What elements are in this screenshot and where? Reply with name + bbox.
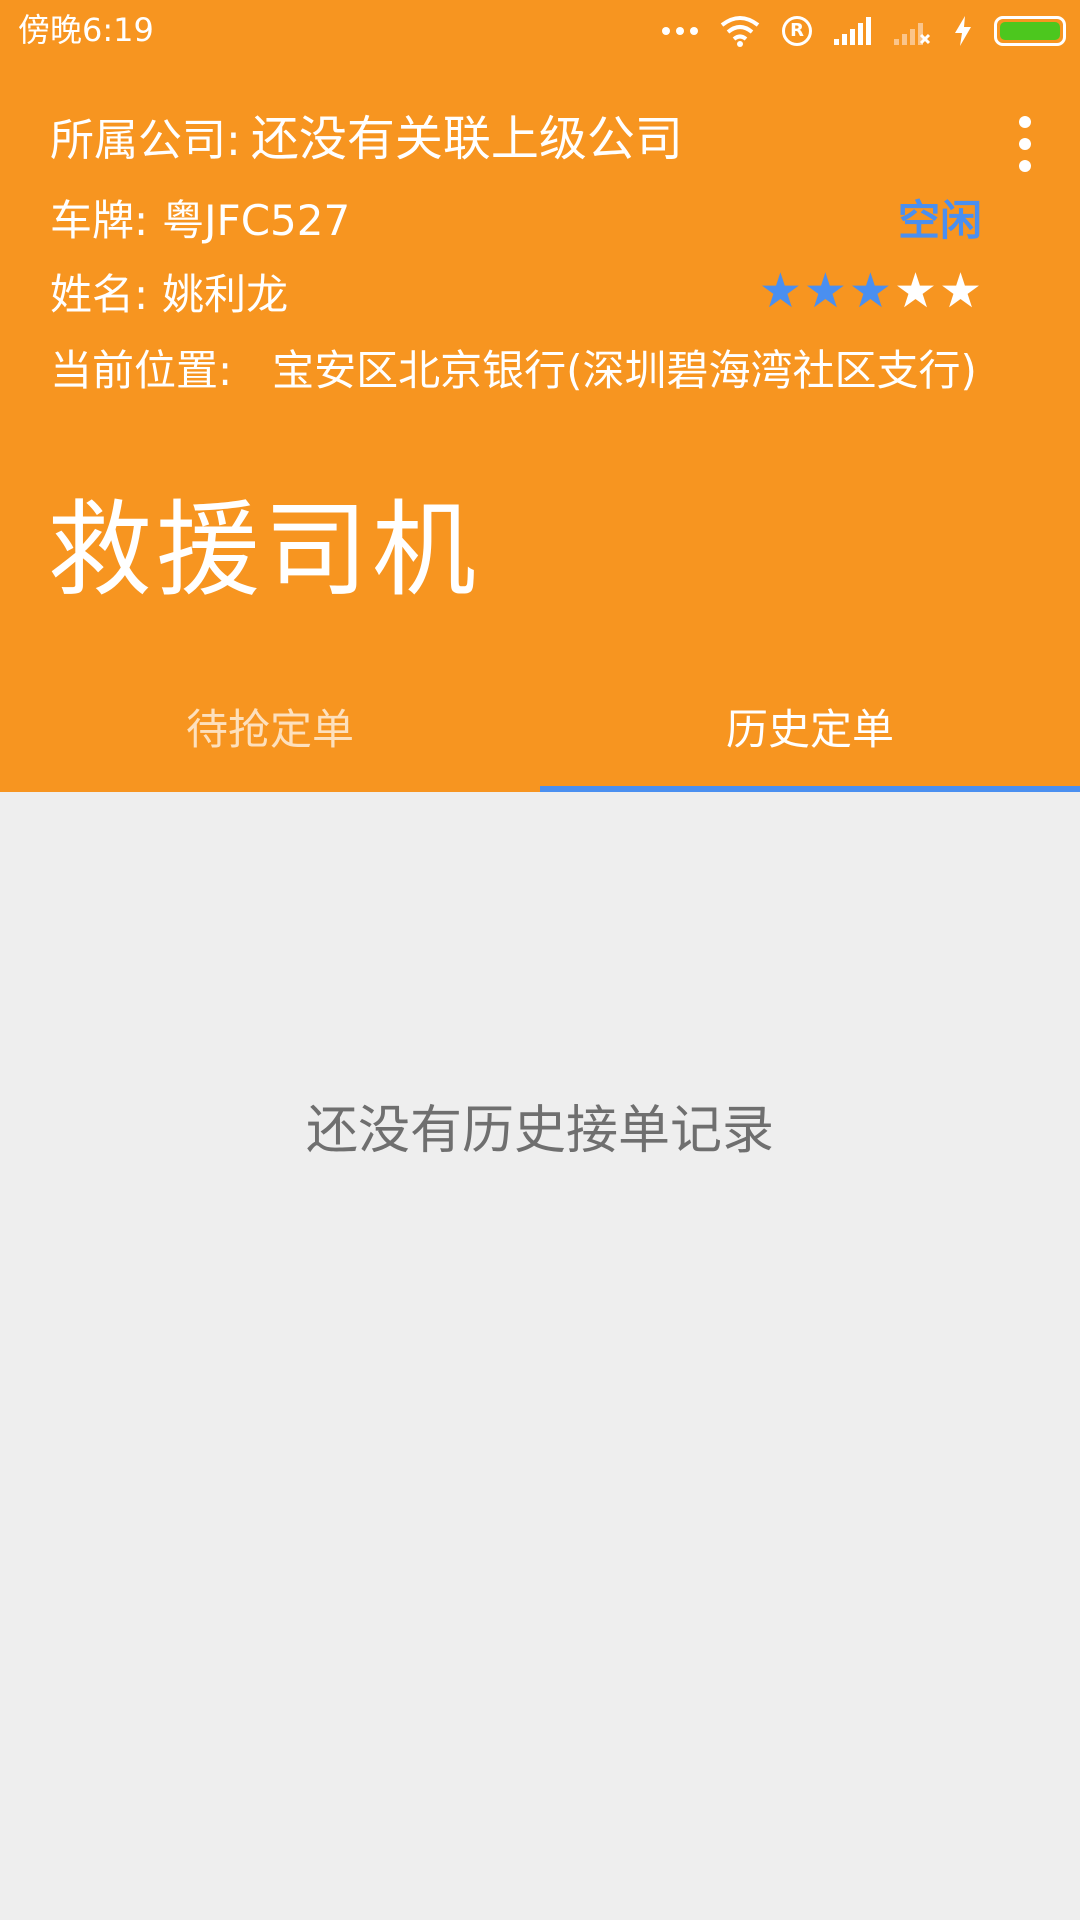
app-header: 傍晚6:19 R 所属公司: 还没有关联上级公司 车牌: 粤JFC527 空闲 … — [0, 0, 1080, 792]
tab-pending-orders[interactable]: 待抢定单 — [0, 680, 540, 792]
company-label: 所属公司: — [50, 115, 241, 166]
app-title: 救援司机 — [48, 489, 481, 611]
star-empty-icon: ★ — [893, 263, 937, 319]
location-value: 宝安区北京银行(深圳碧海湾社区支行) — [272, 346, 977, 395]
plate-value: 粤JFC527 — [162, 196, 351, 245]
status-bar: 傍晚6:19 R — [0, 0, 1080, 62]
plate-row: 车牌: 粤JFC527 — [50, 194, 350, 248]
star-filled-icon: ★ — [758, 263, 802, 319]
company-value: 还没有关联上级公司 — [250, 111, 683, 167]
tab-bar: 待抢定单 历史定单 — [0, 680, 1080, 792]
status-time: 傍晚6:19 — [18, 11, 154, 49]
driver-status[interactable]: 空闲 — [898, 194, 982, 248]
company-row: 所属公司: 还没有关联上级公司 — [50, 112, 683, 168]
status-icons: R — [662, 12, 1066, 50]
signal-no-service-icon — [894, 23, 931, 45]
tab-indicator — [540, 786, 1080, 792]
star-filled-icon: ★ — [803, 263, 847, 319]
name-row: 姓名: 姚利龙 — [50, 268, 288, 322]
tab-history-orders[interactable]: 历史定单 — [540, 680, 1080, 792]
tab-label: 待抢定单 — [185, 705, 354, 754]
battery-icon — [994, 16, 1066, 46]
battery-level — [1000, 22, 1060, 40]
signal-icon — [834, 17, 871, 45]
charging-icon — [955, 16, 971, 46]
wifi-icon — [720, 16, 760, 47]
registered-icon: R — [782, 16, 812, 46]
name-value: 姚利龙 — [162, 270, 289, 319]
rating-stars: ★ ★ ★ ★ ★ — [759, 262, 982, 320]
name-label: 姓名: — [50, 270, 149, 319]
tab-label: 历史定单 — [725, 705, 894, 754]
more-options-icon[interactable] — [1010, 116, 1040, 172]
dots-icon — [662, 27, 698, 35]
star-filled-icon: ★ — [848, 263, 892, 319]
location-label: 当前位置: — [50, 346, 233, 395]
empty-state-message: 还没有历史接单记录 — [305, 1101, 774, 1161]
location-row: 当前位置: 宝安区北京银行(深圳碧海湾社区支行) — [50, 344, 977, 398]
star-empty-icon: ★ — [938, 263, 982, 319]
plate-label: 车牌: — [50, 196, 149, 245]
